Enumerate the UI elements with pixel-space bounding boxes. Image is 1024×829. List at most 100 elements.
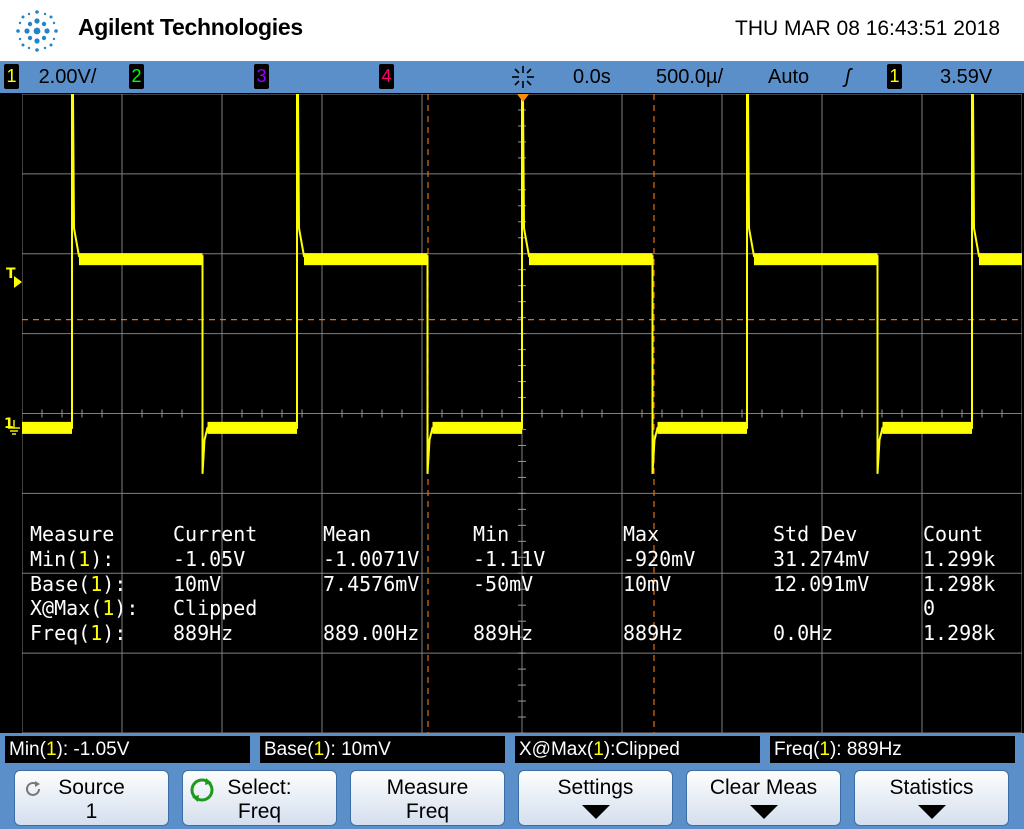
table-cell: 0 (923, 596, 936, 620)
table-cell: 0.0Hz (773, 620, 834, 645)
title-bar: Agilent Technologies THU MAR 08 16:43:51… (0, 0, 1024, 61)
measurement-name: Base( (30, 571, 91, 596)
agilent-spark-logo-icon (16, 10, 58, 52)
ch3-indicator[interactable]: 3 (254, 64, 269, 90)
select-softkey-value: Freq (237, 800, 282, 823)
trigger-arrow-icon (14, 276, 22, 288)
trigger-level[interactable]: 3.59V (940, 64, 992, 90)
table-cell: 889Hz (473, 620, 534, 645)
time-offset[interactable]: 0.0s (573, 64, 611, 90)
table-header: Mean (323, 522, 372, 546)
readout-base-name: Base( (264, 739, 314, 760)
measurement-channel: 1 (90, 571, 103, 596)
low-level-band (432, 421, 522, 434)
ch4-indicator[interactable]: 4 (379, 64, 394, 90)
table-cell: 889Hz (623, 620, 684, 645)
table-cell: -1.0071V (323, 547, 420, 571)
table-header: Max (623, 522, 660, 546)
readout-xatmax-name: X@Max( (519, 739, 594, 760)
measurement-name: X@Max( (30, 596, 103, 620)
measurement-channel: 1 (90, 620, 103, 645)
ch1-scale: 2.00V/ (38, 66, 97, 88)
low-level-band (657, 421, 747, 434)
chevron-down-icon (917, 805, 946, 819)
select-softkey[interactable]: Select: Freq (182, 770, 337, 826)
trigger-source[interactable]: 1 (887, 64, 902, 90)
high-level-band (304, 253, 428, 266)
table-cell: 10mV (623, 571, 672, 596)
readout-min-channel: 1 (45, 739, 57, 760)
table-header: Min (473, 522, 510, 546)
readout-min-name: Min( (9, 739, 46, 760)
measurement-row-name: Freq(1): (30, 621, 126, 645)
table-cell: 1.298k (923, 571, 996, 596)
low-level-band (882, 421, 972, 434)
measurement-channel: 1 (102, 596, 115, 620)
readout-min: Min(1): -1.05V (5, 736, 250, 763)
run-status-icon (510, 64, 536, 90)
measurement-name: Min( (30, 547, 79, 571)
high-level-band (79, 253, 203, 266)
measurement-name-suffix: ): (90, 547, 115, 571)
readout-freq-value: ): 889Hz (829, 739, 902, 760)
chevron-down-icon (749, 805, 778, 819)
readout-xatmax-channel: 1 (593, 739, 604, 760)
table-cell: 12.091mV (773, 571, 870, 596)
ch2-indicator[interactable]: 2 (129, 64, 144, 90)
trigger-source-label: 1 (887, 64, 902, 89)
table-cell: -920mV (623, 547, 696, 571)
settings-softkey-label: Settings (557, 776, 634, 799)
table-header: Count (923, 522, 984, 546)
table-header: Current (173, 522, 258, 546)
settings-softkey[interactable]: Settings (518, 770, 673, 826)
table-cell: 7.4576mV (323, 571, 420, 596)
statistics-softkey-label: Statistics (889, 776, 974, 799)
status-bar: 1 2.00V/ 2 3 4 0.0s 500.0µ/ Auto ʃ 1 3.5… (0, 61, 1024, 93)
brand-name: Agilent Technologies (78, 14, 303, 40)
readout-freq-name: Freq( (774, 739, 820, 760)
ch1-waveform (22, 94, 1022, 474)
high-level-band (754, 253, 878, 266)
table-cell: 889Hz (173, 620, 234, 645)
table-header: Std Dev (773, 522, 858, 546)
trigger-slope-icon[interactable]: ʃ (845, 64, 851, 90)
readout-freq-channel: 1 (819, 739, 830, 760)
date-time: THU MAR 08 16:43:51 2018 (735, 17, 1000, 40)
readout-base: Base(1): 10mV (260, 736, 505, 763)
low-level-band (207, 421, 297, 434)
table-cell: Clipped (173, 596, 258, 620)
measurement-readouts: Min(1): -1.05V Base(1): 10mV X@Max(1):Cl… (0, 733, 1024, 766)
ch1-ground-marker: 1 (2, 416, 22, 438)
table-cell: -1.05V (173, 547, 246, 571)
ground-icon (8, 420, 20, 435)
ch2-label: 2 (129, 64, 144, 89)
select-softkey-label: Select: (227, 776, 292, 799)
measure-softkey[interactable]: Measure Freq (350, 770, 505, 826)
clear-meas-softkey[interactable]: Clear Meas (686, 770, 841, 826)
readout-base-value: ): 10mV (324, 739, 391, 760)
high-level-band (979, 253, 1022, 266)
measurement-row-name: X@Max(1): (30, 596, 138, 620)
clear-meas-softkey-label: Clear Meas (709, 776, 818, 799)
readout-xatmax: X@Max(1):Clipped (515, 736, 760, 763)
readout-base-channel: 1 (313, 739, 325, 760)
ch1-scale-group[interactable]: 1 2.00V/ (4, 64, 96, 90)
readout-xatmax-value: ):Clipped (603, 739, 680, 760)
chevron-down-icon (581, 805, 610, 819)
measurement-name-suffix: ): (102, 620, 127, 645)
measure-softkey-value: Freq (405, 800, 450, 823)
trigger-mode[interactable]: Auto (768, 64, 809, 90)
source-softkey[interactable]: Source 1 (14, 770, 169, 826)
measurement-channel: 1 (78, 547, 91, 571)
ch4-label: 4 (379, 64, 394, 89)
statistics-softkey[interactable]: Statistics (854, 770, 1009, 826)
table-cell: 1.299k (923, 547, 996, 571)
table-header: Measure (30, 522, 115, 546)
measurement-name-suffix: ): (102, 571, 127, 596)
low-level-band (22, 421, 72, 434)
readout-min-value: ): -1.05V (56, 739, 130, 760)
table-cell: -1.11V (473, 547, 546, 571)
measurement-row-name: Min(1): (30, 547, 114, 571)
high-level-band (529, 253, 653, 266)
timebase-scale[interactable]: 500.0µ/ (656, 64, 723, 90)
